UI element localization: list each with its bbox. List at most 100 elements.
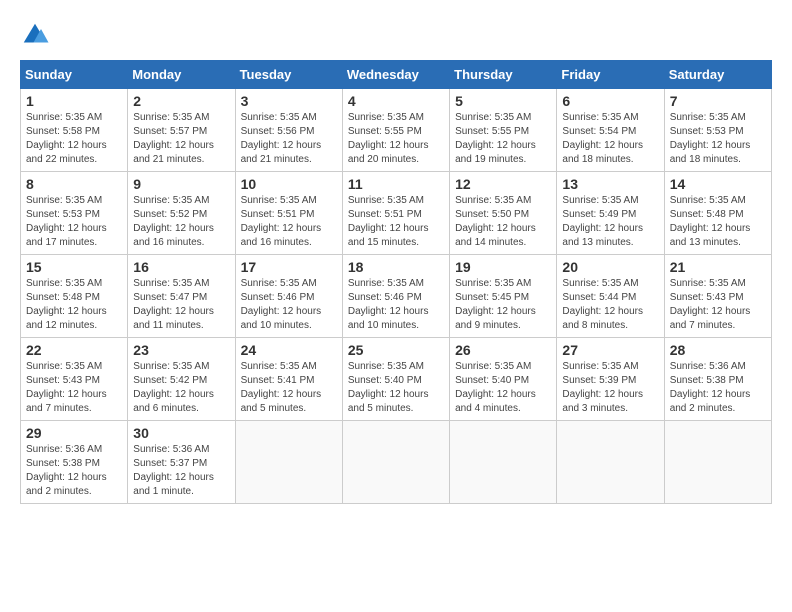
day-number: 11 bbox=[348, 176, 444, 192]
calendar-day-cell bbox=[235, 421, 342, 504]
day-detail: Sunrise: 5:35 AMSunset: 5:52 PMDaylight:… bbox=[133, 194, 229, 250]
calendar-day-cell: 15 Sunrise: 5:35 AMSunset: 5:48 PMDayligh… bbox=[21, 255, 128, 338]
day-number: 27 bbox=[562, 342, 658, 358]
day-number: 6 bbox=[562, 93, 658, 109]
calendar-day-cell: 11 Sunrise: 5:35 AMSunset: 5:51 PMDayligh… bbox=[342, 172, 449, 255]
column-header-sunday: Sunday bbox=[21, 61, 128, 89]
calendar-day-cell: 2 Sunrise: 5:35 AMSunset: 5:57 PMDaylight… bbox=[128, 89, 235, 172]
calendar-day-cell: 1 Sunrise: 5:35 AMSunset: 5:58 PMDaylight… bbox=[21, 89, 128, 172]
day-number: 18 bbox=[348, 259, 444, 275]
day-detail: Sunrise: 5:35 AMSunset: 5:43 PMDaylight:… bbox=[670, 277, 766, 333]
day-number: 2 bbox=[133, 93, 229, 109]
day-detail: Sunrise: 5:35 AMSunset: 5:50 PMDaylight:… bbox=[455, 194, 551, 250]
calendar-day-cell bbox=[557, 421, 664, 504]
calendar-day-cell: 13 Sunrise: 5:35 AMSunset: 5:49 PMDayligh… bbox=[557, 172, 664, 255]
column-header-thursday: Thursday bbox=[450, 61, 557, 89]
day-detail: Sunrise: 5:35 AMSunset: 5:40 PMDaylight:… bbox=[348, 360, 444, 416]
day-number: 29 bbox=[26, 425, 122, 441]
column-header-friday: Friday bbox=[557, 61, 664, 89]
day-detail: Sunrise: 5:35 AMSunset: 5:49 PMDaylight:… bbox=[562, 194, 658, 250]
day-detail: Sunrise: 5:35 AMSunset: 5:46 PMDaylight:… bbox=[241, 277, 337, 333]
day-number: 24 bbox=[241, 342, 337, 358]
calendar-day-cell: 18 Sunrise: 5:35 AMSunset: 5:46 PMDayligh… bbox=[342, 255, 449, 338]
calendar-day-cell: 3 Sunrise: 5:35 AMSunset: 5:56 PMDaylight… bbox=[235, 89, 342, 172]
calendar-week-row: 29 Sunrise: 5:36 AMSunset: 5:38 PMDayligh… bbox=[21, 421, 772, 504]
day-number: 1 bbox=[26, 93, 122, 109]
day-number: 8 bbox=[26, 176, 122, 192]
day-detail: Sunrise: 5:35 AMSunset: 5:48 PMDaylight:… bbox=[26, 277, 122, 333]
calendar-day-cell: 22 Sunrise: 5:35 AMSunset: 5:43 PMDayligh… bbox=[21, 338, 128, 421]
day-detail: Sunrise: 5:35 AMSunset: 5:39 PMDaylight:… bbox=[562, 360, 658, 416]
day-number: 20 bbox=[562, 259, 658, 275]
day-detail: Sunrise: 5:35 AMSunset: 5:55 PMDaylight:… bbox=[455, 111, 551, 167]
logo-icon bbox=[20, 20, 50, 50]
day-detail: Sunrise: 5:35 AMSunset: 5:51 PMDaylight:… bbox=[241, 194, 337, 250]
day-number: 3 bbox=[241, 93, 337, 109]
column-header-wednesday: Wednesday bbox=[342, 61, 449, 89]
day-detail: Sunrise: 5:36 AMSunset: 5:38 PMDaylight:… bbox=[26, 443, 122, 499]
day-detail: Sunrise: 5:35 AMSunset: 5:54 PMDaylight:… bbox=[562, 111, 658, 167]
day-number: 14 bbox=[670, 176, 766, 192]
calendar-day-cell: 27 Sunrise: 5:35 AMSunset: 5:39 PMDayligh… bbox=[557, 338, 664, 421]
calendar-day-cell: 17 Sunrise: 5:35 AMSunset: 5:46 PMDayligh… bbox=[235, 255, 342, 338]
calendar-day-cell: 21Sunrise: 5:35 AMSunset: 5:43 PMDayligh… bbox=[664, 255, 771, 338]
calendar-day-cell: 23 Sunrise: 5:35 AMSunset: 5:42 PMDayligh… bbox=[128, 338, 235, 421]
day-detail: Sunrise: 5:35 AMSunset: 5:45 PMDaylight:… bbox=[455, 277, 551, 333]
day-number: 28 bbox=[670, 342, 766, 358]
day-detail: Sunrise: 5:36 AMSunset: 5:37 PMDaylight:… bbox=[133, 443, 229, 499]
calendar-day-cell bbox=[342, 421, 449, 504]
day-detail: Sunrise: 5:35 AMSunset: 5:53 PMDaylight:… bbox=[26, 194, 122, 250]
day-detail: Sunrise: 5:36 AMSunset: 5:38 PMDaylight:… bbox=[670, 360, 766, 416]
calendar-day-cell bbox=[450, 421, 557, 504]
day-detail: Sunrise: 5:35 AMSunset: 5:51 PMDaylight:… bbox=[348, 194, 444, 250]
day-number: 4 bbox=[348, 93, 444, 109]
day-number: 23 bbox=[133, 342, 229, 358]
calendar-day-cell: 6 Sunrise: 5:35 AMSunset: 5:54 PMDaylight… bbox=[557, 89, 664, 172]
day-detail: Sunrise: 5:35 AMSunset: 5:42 PMDaylight:… bbox=[133, 360, 229, 416]
day-number: 10 bbox=[241, 176, 337, 192]
calendar-day-cell: 19 Sunrise: 5:35 AMSunset: 5:45 PMDayligh… bbox=[450, 255, 557, 338]
day-detail: Sunrise: 5:35 AMSunset: 5:48 PMDaylight:… bbox=[670, 194, 766, 250]
calendar-day-cell: 14 Sunrise: 5:35 AMSunset: 5:48 PMDayligh… bbox=[664, 172, 771, 255]
logo bbox=[20, 20, 54, 50]
calendar-day-cell: 20 Sunrise: 5:35 AMSunset: 5:44 PMDayligh… bbox=[557, 255, 664, 338]
column-header-monday: Monday bbox=[128, 61, 235, 89]
day-number: 17 bbox=[241, 259, 337, 275]
calendar-day-cell: 16 Sunrise: 5:35 AMSunset: 5:47 PMDayligh… bbox=[128, 255, 235, 338]
calendar-day-cell: 12 Sunrise: 5:35 AMSunset: 5:50 PMDayligh… bbox=[450, 172, 557, 255]
day-number: 19 bbox=[455, 259, 551, 275]
day-number: 25 bbox=[348, 342, 444, 358]
day-detail: Sunrise: 5:35 AMSunset: 5:43 PMDaylight:… bbox=[26, 360, 122, 416]
day-detail: Sunrise: 5:35 AMSunset: 5:58 PMDaylight:… bbox=[26, 111, 122, 167]
day-detail: Sunrise: 5:35 AMSunset: 5:55 PMDaylight:… bbox=[348, 111, 444, 167]
calendar-day-cell: 9Sunrise: 5:35 AMSunset: 5:52 PMDaylight… bbox=[128, 172, 235, 255]
calendar-day-cell: 30 Sunrise: 5:36 AMSunset: 5:37 PMDayligh… bbox=[128, 421, 235, 504]
column-header-saturday: Saturday bbox=[664, 61, 771, 89]
header bbox=[20, 20, 772, 50]
day-detail: Sunrise: 5:35 AMSunset: 5:46 PMDaylight:… bbox=[348, 277, 444, 333]
calendar-day-cell: 28 Sunrise: 5:36 AMSunset: 5:38 PMDayligh… bbox=[664, 338, 771, 421]
calendar-day-cell: 4 Sunrise: 5:35 AMSunset: 5:55 PMDaylight… bbox=[342, 89, 449, 172]
calendar-week-row: 8 Sunrise: 5:35 AMSunset: 5:53 PMDaylight… bbox=[21, 172, 772, 255]
calendar-week-row: 1 Sunrise: 5:35 AMSunset: 5:58 PMDaylight… bbox=[21, 89, 772, 172]
calendar-week-row: 22 Sunrise: 5:35 AMSunset: 5:43 PMDayligh… bbox=[21, 338, 772, 421]
calendar-day-cell: 29 Sunrise: 5:36 AMSunset: 5:38 PMDayligh… bbox=[21, 421, 128, 504]
day-number: 12 bbox=[455, 176, 551, 192]
day-detail: Sunrise: 5:35 AMSunset: 5:57 PMDaylight:… bbox=[133, 111, 229, 167]
calendar-day-cell: 26Sunrise: 5:35 AMSunset: 5:40 PMDayligh… bbox=[450, 338, 557, 421]
day-detail: Sunrise: 5:35 AMSunset: 5:53 PMDaylight:… bbox=[670, 111, 766, 167]
calendar-day-cell: 5Sunrise: 5:35 AMSunset: 5:55 PMDaylight… bbox=[450, 89, 557, 172]
day-number: 16 bbox=[133, 259, 229, 275]
calendar-day-cell: 24Sunrise: 5:35 AMSunset: 5:41 PMDayligh… bbox=[235, 338, 342, 421]
calendar-day-cell: 7Sunrise: 5:35 AMSunset: 5:53 PMDaylight… bbox=[664, 89, 771, 172]
day-number: 15 bbox=[26, 259, 122, 275]
calendar-week-row: 15 Sunrise: 5:35 AMSunset: 5:48 PMDayligh… bbox=[21, 255, 772, 338]
calendar-day-cell bbox=[664, 421, 771, 504]
day-number: 22 bbox=[26, 342, 122, 358]
day-number: 30 bbox=[133, 425, 229, 441]
day-detail: Sunrise: 5:35 AMSunset: 5:47 PMDaylight:… bbox=[133, 277, 229, 333]
calendar-day-cell: 10 Sunrise: 5:35 AMSunset: 5:51 PMDayligh… bbox=[235, 172, 342, 255]
day-detail: Sunrise: 5:35 AMSunset: 5:56 PMDaylight:… bbox=[241, 111, 337, 167]
day-number: 13 bbox=[562, 176, 658, 192]
day-detail: Sunrise: 5:35 AMSunset: 5:44 PMDaylight:… bbox=[562, 277, 658, 333]
